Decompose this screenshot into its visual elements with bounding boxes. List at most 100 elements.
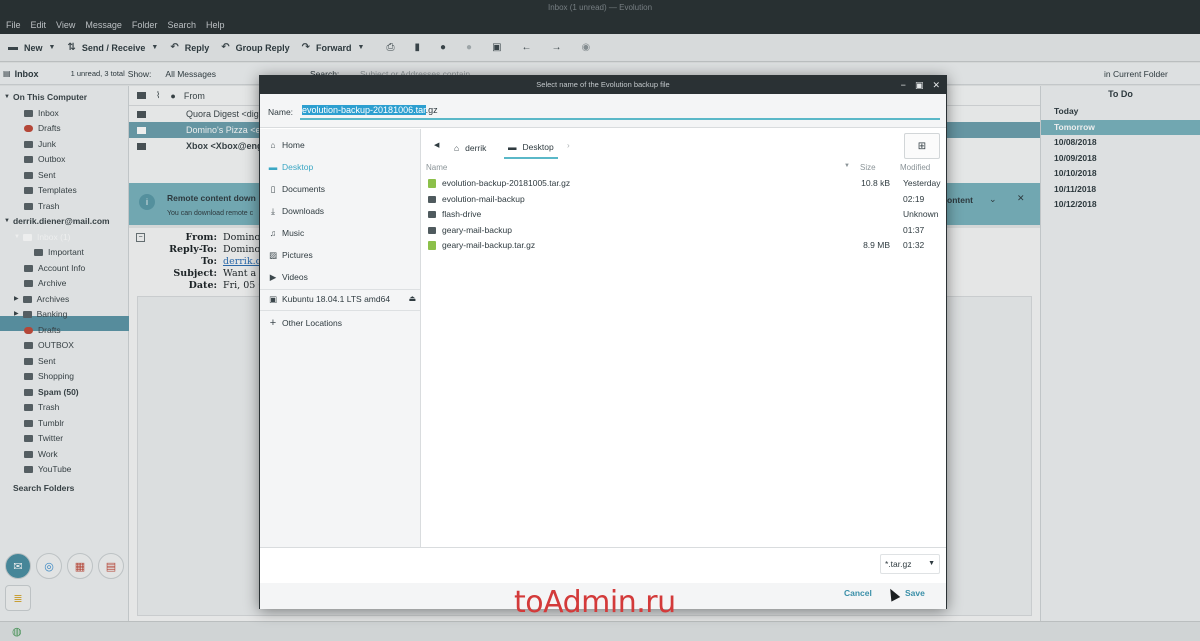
name-column-header[interactable]: Name xyxy=(426,163,447,172)
chevron-down-icon[interactable]: ⌄ xyxy=(989,194,997,205)
sidebar-item-tumblr[interactable]: Tumblr xyxy=(24,416,64,431)
sidebar-item-important[interactable]: Important xyxy=(34,245,84,260)
sidebar-item-archive[interactable]: Archive xyxy=(24,276,66,291)
sidebar-item-account-trash[interactable]: Trash xyxy=(24,400,59,415)
path-crumb-desktop[interactable]: ▬ Desktop xyxy=(504,137,558,159)
new-button[interactable]: ▬ New ▼ xyxy=(8,42,55,53)
sidebar-toggle-icon[interactable]: ▤ xyxy=(3,69,11,78)
on-this-computer-header[interactable]: ▼ On This Computer xyxy=(4,90,87,105)
place-desktop[interactable]: ▬ Desktop xyxy=(268,159,313,175)
menu-search[interactable]: Search xyxy=(167,20,196,30)
sidebar-item-templates[interactable]: Templates xyxy=(24,183,77,198)
sidebar-item-drafts[interactable]: Drafts xyxy=(24,121,61,136)
sidebar-item-youtube[interactable]: YouTube xyxy=(24,462,71,477)
sidebar-item-sent[interactable]: Sent xyxy=(24,168,56,183)
place-documents[interactable]: ▯ Documents xyxy=(268,181,325,197)
cancel-button[interactable]: Cancel xyxy=(844,588,872,598)
filename-input[interactable]: evolution-backup-20181006.tar.gz xyxy=(300,102,940,120)
delete-icon[interactable]: ▮ xyxy=(414,42,420,53)
modified-column-header[interactable]: Modified xyxy=(900,163,930,172)
menu-message[interactable]: Message xyxy=(85,20,122,30)
file-row[interactable]: flash-drive Unknown xyxy=(422,207,946,223)
place-pictures[interactable]: ▨ Pictures xyxy=(268,247,313,263)
sidebar-item-account-sent[interactable]: Sent xyxy=(24,354,56,369)
from-column-header[interactable]: From xyxy=(184,91,205,101)
save-button[interactable]: Save xyxy=(905,588,925,598)
place-other-locations[interactable]: + Other Locations xyxy=(268,315,342,331)
memos-switcher-icon[interactable]: ≣ xyxy=(5,585,31,611)
back-icon[interactable]: ← xyxy=(522,42,532,53)
mail-switcher-icon[interactable]: ✉ xyxy=(5,553,31,579)
close-icon[interactable]: ✕ xyxy=(1017,193,1025,204)
menu-edit[interactable]: Edit xyxy=(31,20,47,30)
desktop-icon: ▬ xyxy=(268,162,278,172)
sidebar-item-outbox-caps[interactable]: OUTBOX xyxy=(24,338,74,353)
contacts-switcher-icon[interactable]: ◎ xyxy=(36,553,62,579)
file-row[interactable]: evolution-mail-backup 02:19 xyxy=(422,192,946,208)
todo-row-tomorrow[interactable]: Tomorrow xyxy=(1041,119,1200,135)
path-crumb-home[interactable]: ⌂ derrik xyxy=(454,137,486,159)
send-receive-button[interactable]: ⇅ Send / Receive ▼ xyxy=(67,42,158,53)
sidebar-item-account-inbox[interactable]: ▼ Inbox (1) xyxy=(14,230,71,245)
todo-row[interactable]: 10/10/2018 xyxy=(1041,166,1200,182)
menu-view[interactable]: View xyxy=(56,20,75,30)
sidebar-item-work[interactable]: Work xyxy=(24,447,58,462)
path-forward-icon[interactable]: › xyxy=(567,141,570,150)
tasks-switcher-icon[interactable]: ▤ xyxy=(98,553,124,579)
path-back-icon[interactable]: ◀ xyxy=(434,141,439,149)
todo-row[interactable]: 10/12/2018 xyxy=(1041,197,1200,213)
sidebar-item-twitter[interactable]: Twitter xyxy=(24,431,63,446)
print-icon[interactable]: ⎙ xyxy=(386,42,394,53)
collapse-icon[interactable]: − xyxy=(136,233,145,242)
search-folders-header[interactable]: Search Folders xyxy=(13,481,74,496)
account-header[interactable]: ▼ derrik.diener@mail.com xyxy=(4,214,110,229)
sidebar-item-account-drafts[interactable]: Drafts xyxy=(24,323,61,338)
sidebar-item-shopping[interactable]: Shopping xyxy=(24,369,74,384)
eject-icon[interactable]: ⏏ xyxy=(408,291,416,307)
junk-icon[interactable]: ● xyxy=(440,42,446,53)
sidebar-item-trash[interactable]: Trash xyxy=(24,199,59,214)
file-row[interactable]: geary-mail-backup 01:37 xyxy=(422,223,946,239)
place-downloads[interactable]: ⤓ Downloads xyxy=(268,203,324,219)
place-kubuntu-drive[interactable]: ▣ Kubuntu 18.04.1 LTS amd64 ⏏ xyxy=(268,291,416,307)
todo-row[interactable]: 10/08/2018 xyxy=(1041,135,1200,151)
close-icon[interactable]: ✕ xyxy=(932,76,940,94)
size-column-header[interactable]: Size xyxy=(860,163,876,172)
new-folder-button[interactable]: ⊞ xyxy=(904,133,940,159)
sidebar-item-inbox[interactable]: Inbox xyxy=(24,106,59,121)
sidebar-item-spam[interactable]: Spam (50) xyxy=(24,385,79,400)
todo-row[interactable]: 10/11/2018 xyxy=(1041,182,1200,198)
place-music[interactable]: ♫ Music xyxy=(268,225,304,241)
group-reply-button[interactable]: ↶ Group Reply xyxy=(221,42,289,53)
places-divider xyxy=(260,289,420,290)
todo-row-today[interactable]: Today xyxy=(1041,104,1200,120)
archive-icon[interactable]: ▣ xyxy=(492,42,501,53)
scope-select[interactable]: in Current Folder xyxy=(1104,69,1168,79)
not-junk-icon[interactable]: ● xyxy=(466,42,472,53)
menu-file[interactable]: File xyxy=(6,20,21,30)
sidebar-item-outbox[interactable]: Outbox xyxy=(24,152,65,167)
place-home[interactable]: ⌂ Home xyxy=(268,137,304,153)
sidebar-item-account-info[interactable]: Account Info xyxy=(24,261,85,276)
show-select[interactable]: All Messages xyxy=(165,69,216,79)
forward-button[interactable]: ↷ Forward ▼ xyxy=(302,42,365,53)
file-row[interactable]: geary-mail-backup.tar.gz 8.9 MB 01:32 xyxy=(422,238,946,254)
sidebar-item-junk[interactable]: Junk xyxy=(24,137,56,152)
stop-icon[interactable]: ◉ xyxy=(582,42,591,53)
minimize-icon[interactable]: − xyxy=(901,76,906,94)
file-type-filter-select[interactable]: *.tar.gz ▼ xyxy=(880,554,940,574)
maximize-icon[interactable]: ▣ xyxy=(915,76,924,94)
sidebar-item-banking[interactable]: ▶ Banking xyxy=(14,307,67,322)
file-row[interactable]: evolution-backup-20181005.tar.gz 10.8 kB Y… xyxy=(422,176,946,192)
todo-row[interactable]: 10/09/2018 xyxy=(1041,151,1200,167)
sort-desc-icon[interactable]: ▼ xyxy=(844,163,850,169)
sidebar-item-archives[interactable]: ▶ Archives xyxy=(14,292,69,307)
calendar-switcher-icon[interactable]: ▦ xyxy=(67,553,93,579)
online-status-icon[interactable]: ◍ xyxy=(12,625,22,638)
menu-folder[interactable]: Folder xyxy=(132,20,158,30)
forward-arrow-icon[interactable]: → xyxy=(552,42,562,53)
place-videos[interactable]: ▶ Videos xyxy=(268,269,308,285)
reply-button[interactable]: ↶ Reply xyxy=(170,42,209,53)
folder-icon xyxy=(24,435,33,442)
menu-help[interactable]: Help xyxy=(206,20,225,30)
